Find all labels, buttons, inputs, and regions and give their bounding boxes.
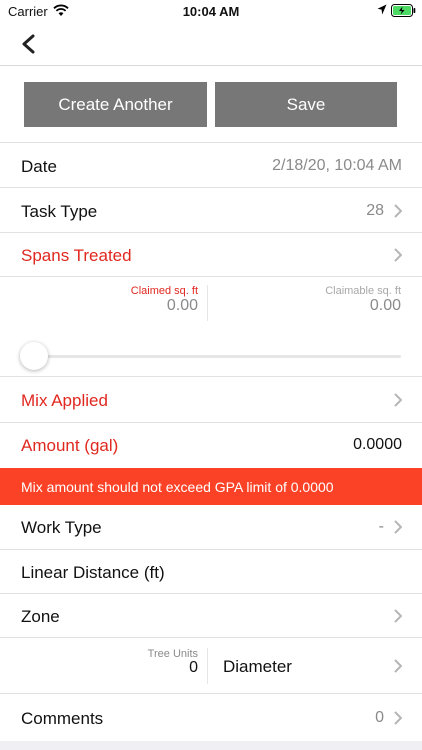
gpa-warning-banner: Mix amount should not exceed GPA limit o… bbox=[0, 468, 422, 505]
date-label: Date bbox=[21, 157, 57, 176]
navigation-bar bbox=[0, 22, 422, 66]
square-feet-section: Claimed sq. ft 0.00 Claimable sq. ft 0.0… bbox=[0, 277, 422, 377]
save-button[interactable]: Save bbox=[215, 82, 397, 127]
bottom-strip bbox=[0, 741, 422, 750]
back-chevron-icon[interactable] bbox=[18, 30, 42, 58]
task-type-label: Task Type bbox=[21, 202, 98, 221]
chevron-right-icon bbox=[394, 659, 402, 673]
linear-distance-row[interactable]: Linear Distance (ft) bbox=[0, 550, 422, 594]
claimable-sqft-value: 0.00 bbox=[369, 297, 401, 314]
linear-distance-label: Linear Distance (ft) bbox=[21, 563, 165, 582]
date-row[interactable]: Date 2/18/20, 10:04 AM bbox=[0, 144, 422, 188]
battery-icon bbox=[391, 4, 416, 17]
chevron-right-icon bbox=[394, 711, 402, 725]
status-bar: Carrier 10:04 AM bbox=[0, 0, 422, 22]
claimable-sqft-label: Claimable sq. ft bbox=[325, 285, 401, 297]
create-another-button[interactable]: Create Another bbox=[24, 82, 207, 127]
work-type-row[interactable]: Work Type - bbox=[0, 505, 422, 550]
task-type-value: 28 bbox=[366, 202, 384, 219]
status-time: 10:04 AM bbox=[182, 4, 240, 19]
claimed-sqft-label: Claimed sq. ft bbox=[130, 285, 198, 297]
amount-value[interactable]: 0.0000 bbox=[353, 436, 402, 454]
sqft-slider-track[interactable] bbox=[30, 355, 401, 358]
claimable-sqft-field: Claimable sq. ft 0.00 bbox=[211, 285, 401, 315]
date-value: 2/18/20, 10:04 AM bbox=[272, 157, 402, 174]
mix-applied-row[interactable]: Mix Applied bbox=[0, 378, 422, 423]
amount-label: Amount (gal) bbox=[21, 436, 119, 455]
comments-row[interactable]: Comments 0 bbox=[0, 695, 422, 741]
task-type-row[interactable]: Task Type 28 bbox=[0, 189, 422, 233]
tree-units-diameter-row: Tree Units 0 Diameter bbox=[0, 638, 422, 694]
column-divider bbox=[207, 648, 208, 684]
zone-label: Zone bbox=[21, 607, 60, 626]
tree-units-value[interactable]: 0 bbox=[189, 659, 198, 677]
action-buttons: Create Another Save bbox=[0, 67, 422, 143]
column-divider bbox=[207, 285, 208, 321]
chevron-right-icon bbox=[394, 609, 402, 623]
zone-row[interactable]: Zone bbox=[0, 594, 422, 638]
claimed-sqft-value: 0.00 bbox=[166, 297, 198, 314]
mix-applied-label: Mix Applied bbox=[21, 391, 108, 410]
spans-treated-label: Spans Treated bbox=[21, 246, 132, 265]
chevron-right-icon bbox=[394, 248, 402, 262]
work-type-value: - bbox=[378, 518, 384, 535]
chevron-right-icon bbox=[394, 520, 402, 534]
work-type-label: Work Type bbox=[21, 518, 102, 537]
location-arrow-icon bbox=[377, 4, 387, 15]
chevron-right-icon bbox=[394, 204, 402, 218]
spans-treated-row[interactable]: Spans Treated bbox=[0, 233, 422, 277]
sqft-slider-thumb[interactable] bbox=[20, 342, 48, 370]
chevron-right-icon bbox=[394, 393, 402, 407]
claimed-sqft-field: Claimed sq. ft 0.00 bbox=[8, 285, 198, 315]
amount-row[interactable]: Amount (gal) 0.0000 bbox=[0, 423, 422, 468]
diameter-label[interactable]: Diameter bbox=[223, 657, 292, 677]
comments-count: 0 bbox=[375, 709, 384, 726]
comments-label: Comments bbox=[21, 709, 104, 728]
